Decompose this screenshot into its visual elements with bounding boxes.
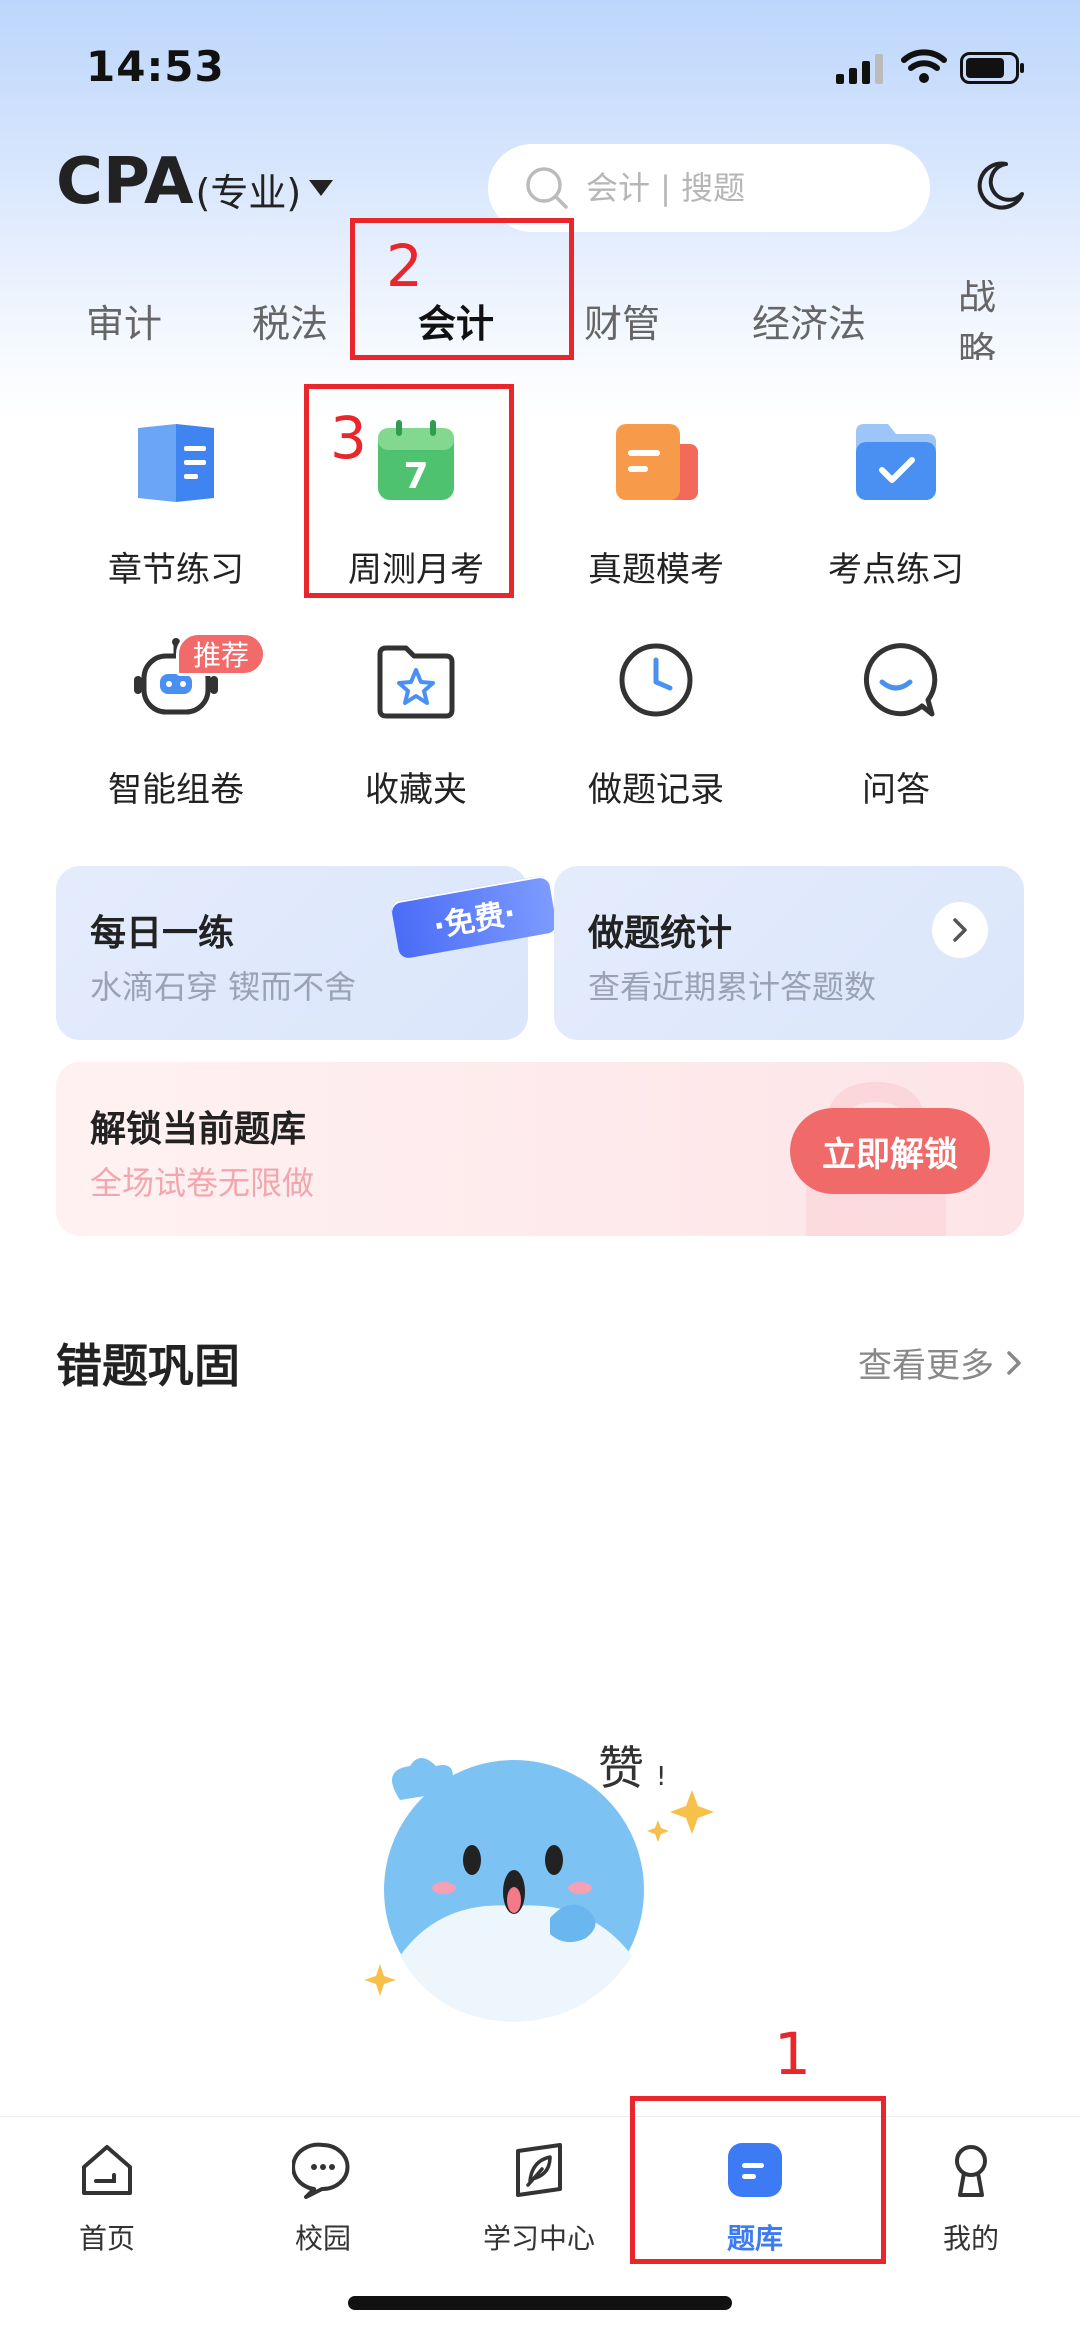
view-more-link[interactable]: 查看更多 bbox=[858, 1338, 1024, 1387]
daily-practice-subtitle: 水滴石穿 锲而不舍 bbox=[90, 968, 357, 1006]
leaf-book-icon bbox=[516, 2143, 562, 2197]
nav-home[interactable]: 首页 bbox=[22, 2139, 192, 2257]
grid-item-history[interactable]: 做题记录 bbox=[546, 630, 766, 811]
tab-finance[interactable]: 财管 bbox=[584, 280, 660, 360]
grid-item-label: 问答 bbox=[862, 770, 930, 810]
chevron-right-icon bbox=[1007, 1350, 1021, 1375]
chevron-right-icon bbox=[953, 918, 967, 942]
signal-icon bbox=[836, 54, 883, 84]
document-icon bbox=[616, 424, 698, 500]
annotation-number-2: 2 bbox=[386, 232, 423, 300]
grid-item-key-points[interactable]: 考点练习 bbox=[786, 410, 1006, 591]
person-icon bbox=[955, 2145, 987, 2197]
moon-icon[interactable] bbox=[972, 158, 1028, 214]
status-bar: 14:53 bbox=[0, 0, 1080, 130]
stats-arrow-button[interactable] bbox=[932, 902, 988, 958]
annotation-box-2 bbox=[350, 218, 574, 360]
grid-item-label: 考点练习 bbox=[828, 550, 964, 590]
campus-chat-icon bbox=[291, 2142, 350, 2199]
practice-stats-card[interactable]: 做题统计 查看近期累计答题数 bbox=[554, 866, 1024, 1040]
wifi-icon bbox=[901, 49, 947, 83]
grid-item-label: 章节练习 bbox=[108, 550, 244, 590]
tab-tax[interactable]: 税法 bbox=[252, 280, 328, 360]
unlock-card[interactable]: 解锁当前题库 全场试卷无限做 立即解锁 bbox=[56, 1062, 1024, 1236]
daily-practice-title: 每日一练 bbox=[90, 913, 235, 954]
search-input[interactable] bbox=[586, 169, 886, 207]
grid-item-label: 收藏夹 bbox=[365, 770, 467, 810]
view-more-label: 查看更多 bbox=[858, 1346, 994, 1386]
book-icon bbox=[138, 424, 214, 502]
nav-home-label: 首页 bbox=[78, 2222, 135, 2255]
folder-star-icon bbox=[377, 645, 455, 719]
nav-learning-center[interactable]: 学习中心 bbox=[454, 2139, 624, 2257]
tab-audit[interactable]: 审计 bbox=[86, 280, 162, 360]
nav-campus-label: 校园 bbox=[294, 2222, 351, 2255]
grid-item-label: 智能组卷 bbox=[108, 770, 244, 810]
grid-item-favorites[interactable]: 收藏夹 bbox=[306, 630, 526, 811]
home-icon bbox=[82, 2145, 132, 2195]
clock-icon bbox=[619, 643, 693, 717]
tab-economic-law[interactable]: 经济法 bbox=[752, 280, 866, 360]
mascot-illustration bbox=[364, 1758, 714, 2022]
recommend-badge: 推荐 bbox=[176, 632, 267, 676]
grid-item-qa[interactable]: 问答 bbox=[786, 630, 1006, 811]
grid-item-past-exams[interactable]: 真题模考 bbox=[546, 410, 766, 591]
nav-campus[interactable]: 校园 bbox=[238, 2139, 408, 2257]
folder-check-icon bbox=[856, 424, 936, 500]
unlock-title: 解锁当前题库 bbox=[90, 1109, 307, 1150]
exam-selector[interactable]: CPA (专业) bbox=[56, 145, 334, 219]
caret-down-icon bbox=[309, 180, 334, 196]
nav-profile-label: 我的 bbox=[942, 2222, 999, 2255]
annotation-number-3: 3 bbox=[330, 404, 367, 472]
annotation-box-1 bbox=[630, 2096, 886, 2264]
nav-profile[interactable]: 我的 bbox=[886, 2139, 1056, 2257]
unlock-subtitle: 全场试卷无限做 bbox=[90, 1164, 315, 1202]
chat-smile-icon bbox=[863, 643, 938, 717]
tab-strategy[interactable]: 战略 bbox=[958, 280, 1028, 360]
unlock-now-button[interactable]: 立即解锁 bbox=[790, 1108, 990, 1194]
grid-item-chapter-practice[interactable]: 章节练习 bbox=[66, 410, 286, 591]
exam-title: CPA bbox=[56, 145, 194, 219]
nav-learning-center-label: 学习中心 bbox=[482, 2222, 595, 2255]
grid-item-label: 做题记录 bbox=[588, 770, 724, 810]
home-indicator bbox=[348, 2296, 732, 2310]
exam-subtitle: (专业) bbox=[195, 171, 302, 215]
daily-practice-card[interactable]: 每日一练 水滴石穿 锲而不舍 ·免费· bbox=[56, 866, 558, 1040]
practice-stats-title: 做题统计 bbox=[588, 913, 733, 954]
battery-icon bbox=[960, 52, 1024, 84]
wrong-questions-title: 错题巩固 bbox=[56, 1339, 240, 1393]
search-icon bbox=[526, 167, 568, 209]
annotation-number-1: 1 bbox=[774, 2020, 811, 2088]
practice-stats-subtitle: 查看近期累计答题数 bbox=[588, 968, 877, 1006]
status-time: 14:53 bbox=[86, 42, 225, 91]
grid-item-label: 真题模考 bbox=[588, 550, 724, 590]
free-tag: ·免费· bbox=[390, 874, 558, 960]
